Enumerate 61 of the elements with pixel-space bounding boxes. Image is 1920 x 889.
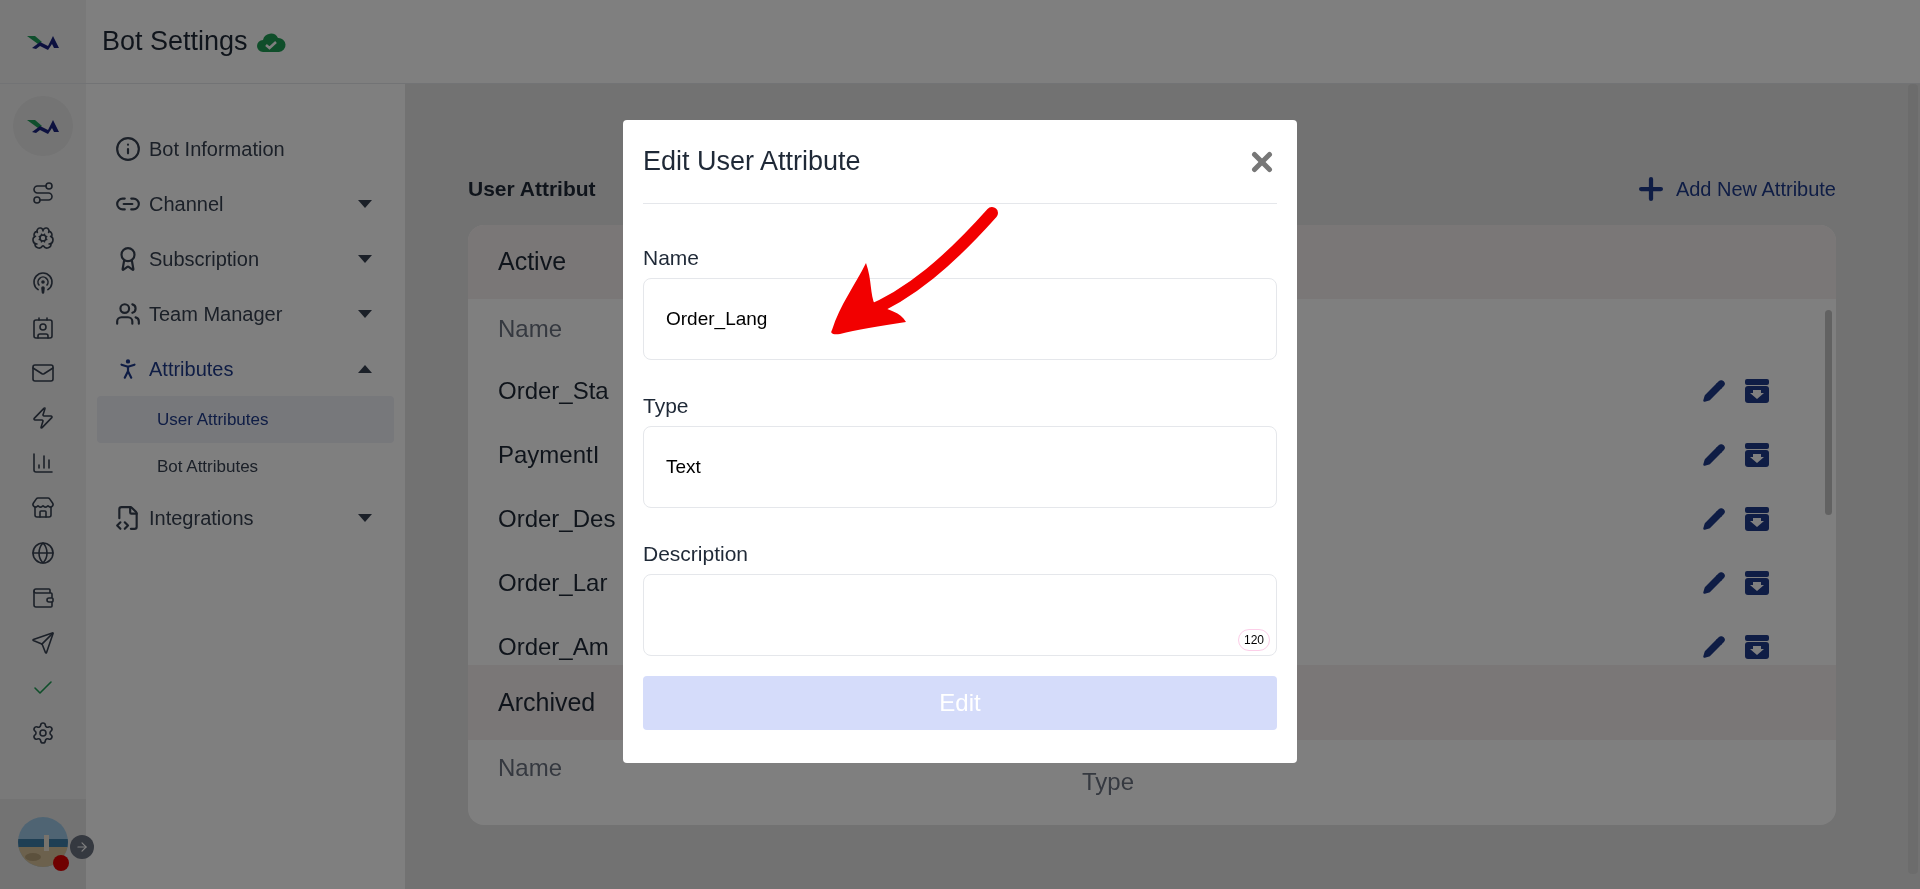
caret-down-icon (358, 513, 372, 522)
bot-logo (26, 117, 60, 135)
mail-icon[interactable] (31, 361, 55, 385)
caret-down-icon (358, 309, 372, 318)
section-heading: Active (498, 246, 567, 278)
description-field[interactable]: 120 (643, 574, 1277, 656)
table-cell-text: Order_Sta (498, 376, 609, 406)
edit-icon[interactable] (1702, 507, 1726, 531)
sidebar-subitem[interactable]: User Attributes (97, 396, 394, 443)
expand-button[interactable] (70, 835, 94, 859)
field-label: Type (643, 393, 690, 419)
caret-up-icon (358, 364, 372, 373)
table-cell-text: Order_Des (498, 504, 616, 534)
users-icon (115, 300, 141, 327)
table-cell-text: Order_Lar (498, 568, 608, 598)
globe-icon[interactable] (31, 541, 55, 565)
sidebar-item[interactable]: Channel (97, 176, 394, 231)
wallet-icon[interactable] (31, 586, 55, 610)
archive-icon[interactable] (1744, 634, 1770, 660)
input-field[interactable]: Order_Lang (643, 278, 1277, 360)
edit-icon[interactable] (1702, 571, 1726, 595)
archive-icon[interactable] (1744, 506, 1770, 532)
table-cell-text: PaymentI (498, 440, 600, 470)
route-icon[interactable] (31, 181, 55, 205)
caret-down-icon (358, 254, 372, 263)
send-icon[interactable] (31, 631, 55, 655)
caret-down-icon (358, 199, 372, 208)
add-attribute-button[interactable]: Add New Attribute (1633, 172, 1836, 206)
bar-chart-icon[interactable] (31, 451, 55, 475)
archive-icon[interactable] (1744, 570, 1770, 596)
field-label: Description (643, 541, 750, 567)
archive-icon[interactable] (1744, 378, 1770, 404)
column-header: Type (1082, 767, 1135, 797)
bolt-icon[interactable] (31, 406, 55, 430)
table-cell-text: Order_Am (498, 632, 609, 662)
edit-icon[interactable] (1702, 635, 1726, 659)
sidebar-item[interactable]: Attributes (97, 341, 394, 396)
section-heading: Archived (498, 686, 596, 718)
section-title: User Attribut (468, 176, 596, 203)
info-icon (115, 135, 141, 162)
archive-icon[interactable] (1744, 442, 1770, 468)
brain-gear-icon[interactable] (31, 226, 55, 250)
broadcast-icon[interactable] (31, 271, 55, 295)
sidebar-item[interactable]: Team Manager (97, 286, 394, 341)
store-icon[interactable] (31, 496, 55, 520)
page-title: Bot Settings (102, 25, 248, 59)
column-header: Name (498, 314, 563, 344)
sidebar-item[interactable]: Integrations (97, 490, 394, 545)
column-header: Name (498, 753, 563, 783)
input-field[interactable]: Text (643, 426, 1277, 508)
edit-icon[interactable] (1702, 379, 1726, 403)
field-label: Name (643, 245, 701, 271)
settings-icon[interactable] (31, 721, 55, 745)
sidebar-item[interactable]: Subscription (97, 231, 394, 286)
dialog-title: Edit User Attribute (643, 145, 861, 179)
scrollbar[interactable] (1825, 310, 1832, 515)
sidebar-subitem[interactable]: Bot Attributes (97, 443, 394, 490)
contact-card-icon[interactable] (31, 316, 55, 340)
edit-icon[interactable] (1702, 443, 1726, 467)
code-icon (115, 504, 141, 531)
sidebar-item[interactable]: Bot Information (97, 121, 394, 176)
